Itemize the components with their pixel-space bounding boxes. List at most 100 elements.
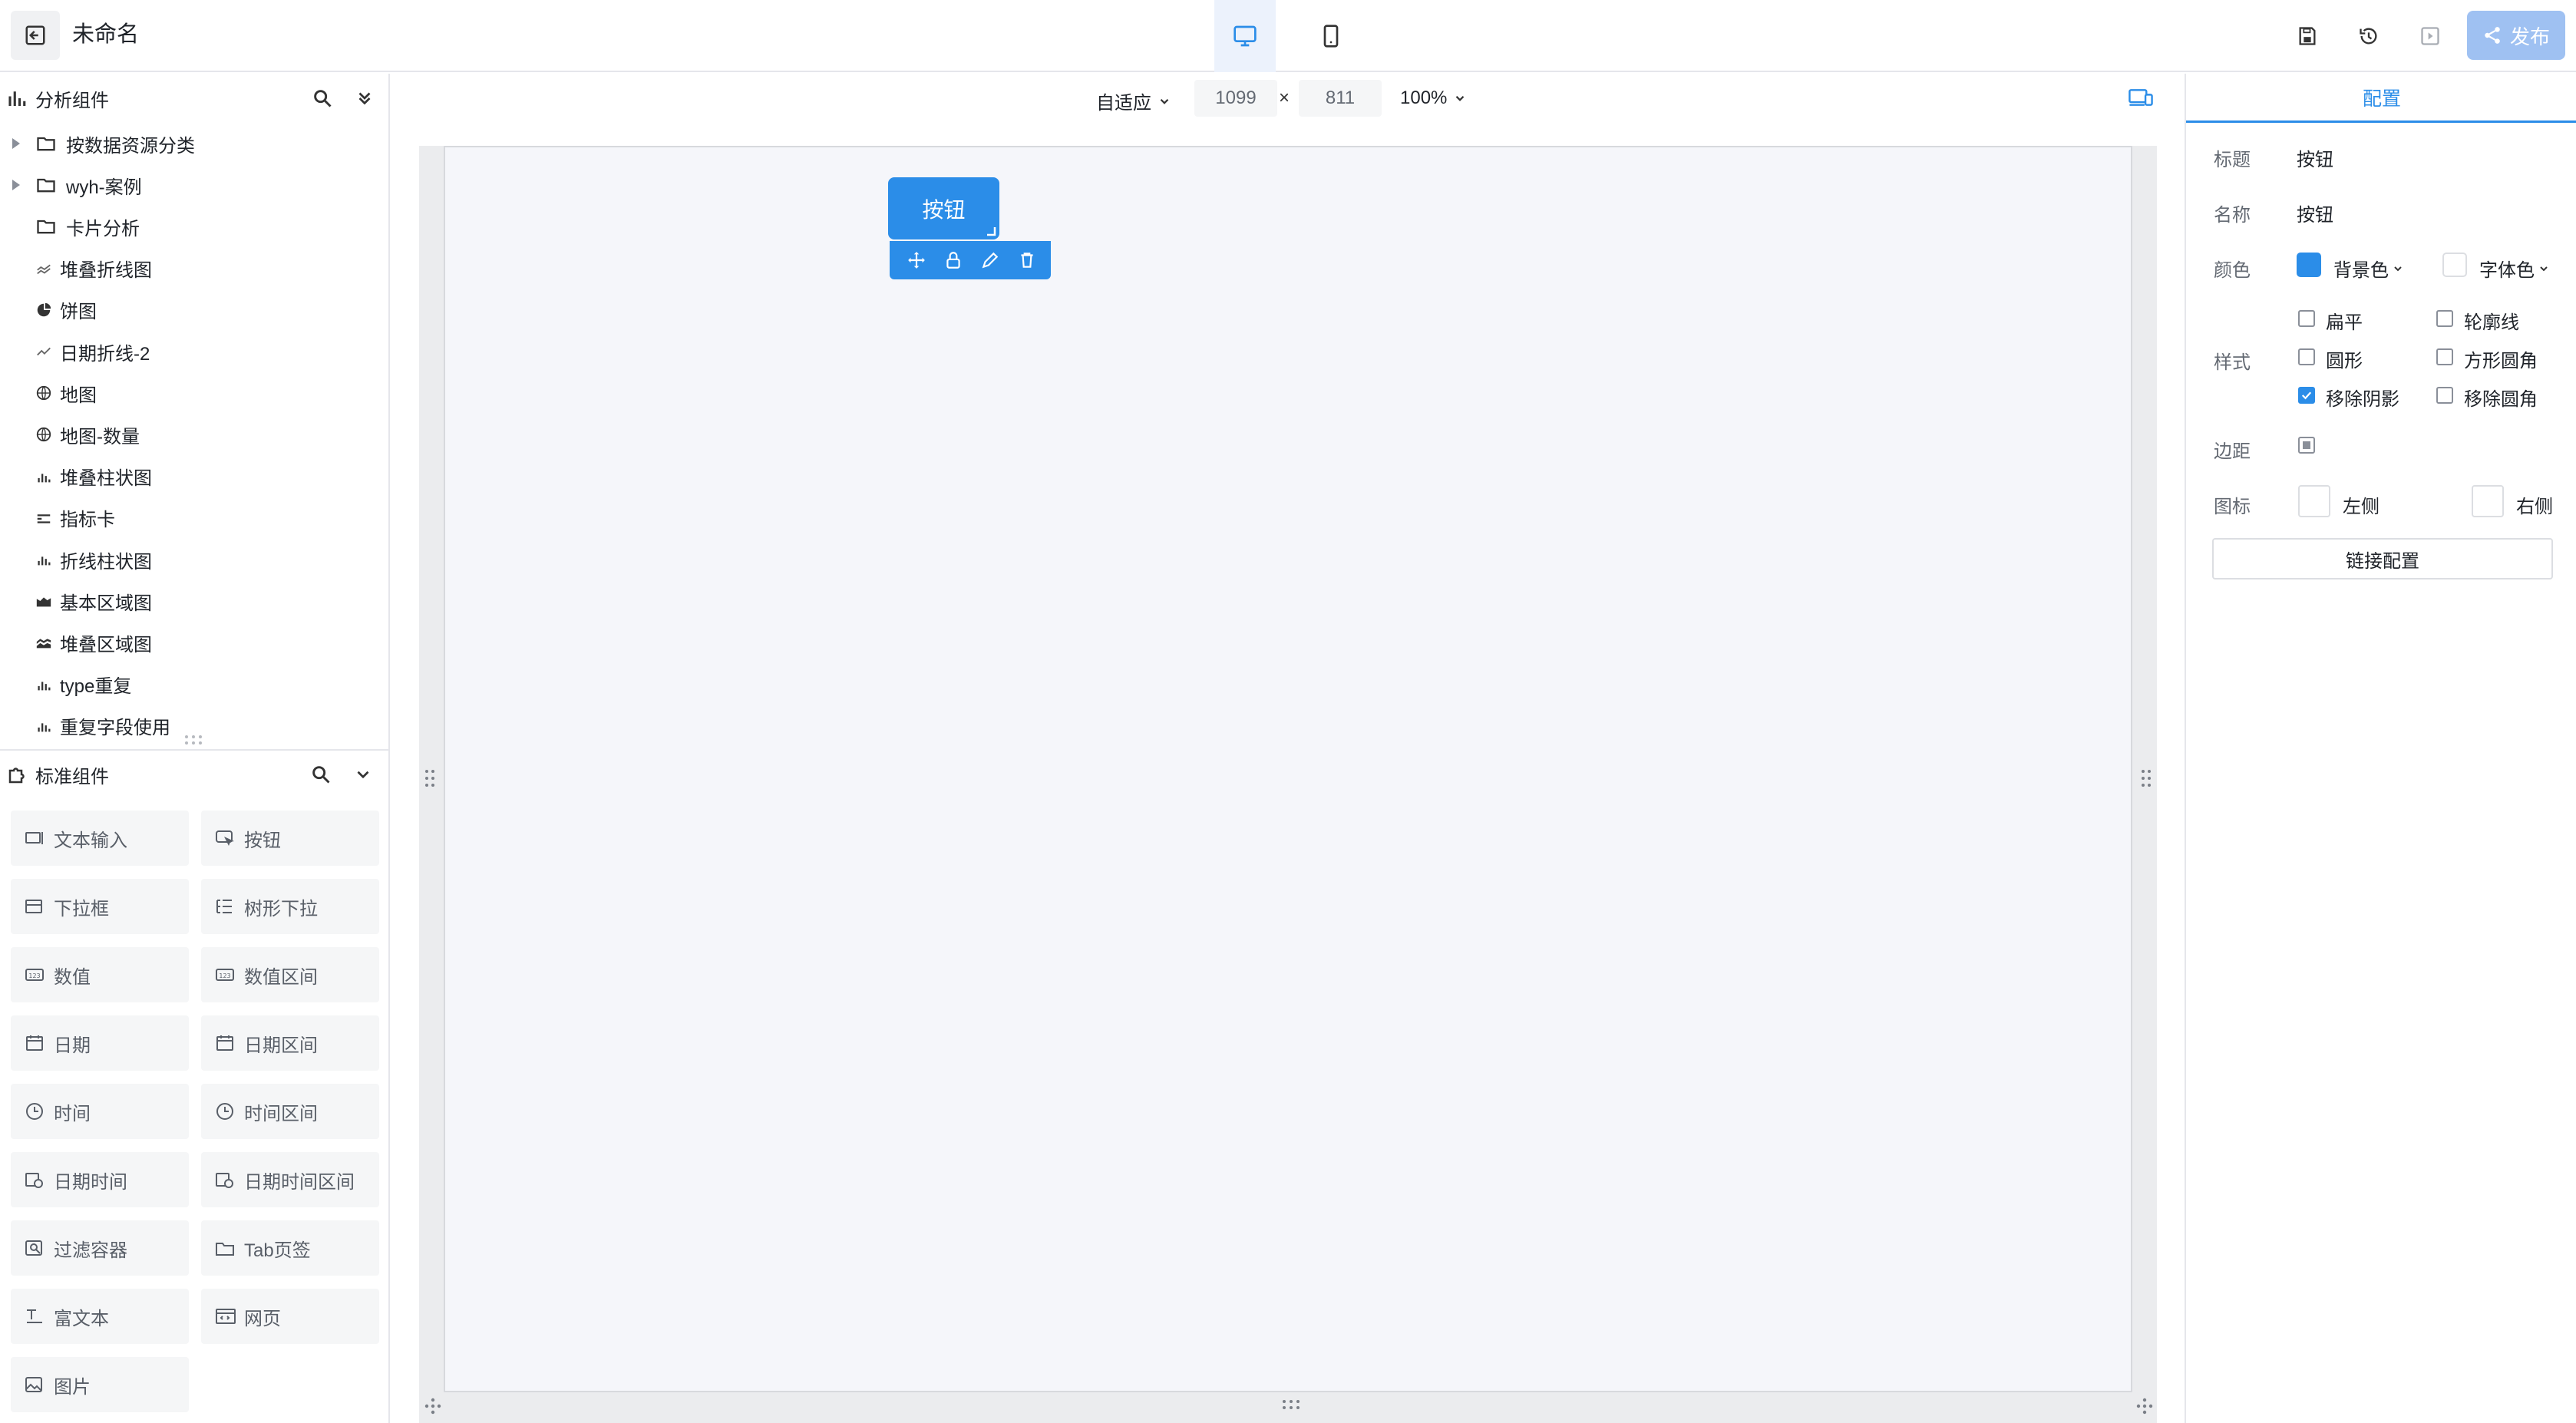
double-chevron-down-icon[interactable] — [355, 88, 375, 108]
tree-item[interactable]: type重复 — [0, 664, 390, 705]
component-item[interactable]: 网页 — [201, 1289, 379, 1344]
component-label: 富文本 — [54, 1308, 109, 1329]
left-resize-handle[interactable] — [424, 768, 436, 789]
tree-item[interactable]: 基本区域图 — [0, 580, 390, 622]
caret-right-icon[interactable] — [11, 137, 21, 150]
component-item[interactable]: 日期区间 — [201, 1015, 379, 1071]
history-button[interactable] — [2353, 21, 2384, 51]
tree-item-label: 日期折线-2 — [60, 343, 150, 365]
style-checkbox[interactable] — [2436, 310, 2453, 327]
font-color-select[interactable]: 字体色 — [2479, 255, 2550, 282]
style-checkbox[interactable] — [2298, 348, 2315, 365]
chevron-down-icon — [1456, 95, 1465, 101]
component-item[interactable]: 树形下拉 — [201, 879, 379, 934]
tree-item[interactable]: 折线柱状图 — [0, 539, 390, 580]
exit-button[interactable] — [11, 11, 60, 60]
tree-item[interactable]: 饼图 — [0, 289, 390, 331]
design-canvas[interactable] — [444, 146, 2132, 1392]
component-item[interactable]: 123 数值 — [11, 947, 189, 1002]
tree-item[interactable]: 按数据资源分类 — [0, 123, 390, 164]
bottom-resize-handle[interactable] — [1280, 1398, 1302, 1411]
desktop-view-button[interactable] — [1214, 0, 1276, 72]
preview-button[interactable] — [2415, 21, 2446, 51]
right-resize-handle[interactable] — [2140, 768, 2152, 789]
tree-item[interactable]: 堆叠区域图 — [0, 622, 390, 663]
component-item[interactable]: 时间区间 — [201, 1084, 379, 1139]
tree-item[interactable]: 堆叠折线图 — [0, 248, 390, 289]
publish-button[interactable]: 发布 — [2467, 11, 2565, 60]
component-item[interactable]: 图片 — [11, 1357, 189, 1412]
panel-resize-handle[interactable] — [183, 734, 204, 746]
puzzle-icon — [6, 763, 29, 786]
component-item[interactable]: 下拉框 — [11, 879, 189, 934]
left-icon-picker[interactable] — [2298, 485, 2330, 517]
component-label: 数值区间 — [244, 966, 318, 988]
clock-icon — [25, 1102, 45, 1121]
save-button[interactable] — [2292, 21, 2323, 51]
tree-item[interactable]: 地图 — [0, 372, 390, 414]
component-item[interactable]: Tab页签 — [201, 1220, 379, 1276]
left-panel: 分析组件 按数据资源分类 wyh-案例 卡片分析 堆叠折线图 饼图 日期折线-2 地图 地图-… — [0, 74, 390, 1423]
style-checkbox[interactable] — [2298, 387, 2315, 404]
component-item[interactable]: 日期 — [11, 1015, 189, 1071]
tree-item[interactable]: 地图-数量 — [0, 414, 390, 455]
component-label: 按钮 — [244, 830, 281, 851]
tree-item[interactable]: 日期折线-2 — [0, 331, 390, 372]
component-item[interactable]: 富文本 — [11, 1289, 189, 1344]
bg-color-select[interactable]: 背景色 — [2333, 255, 2404, 282]
style-checkbox[interactable] — [2298, 310, 2315, 327]
title-value[interactable]: 按钮 — [2297, 144, 2333, 171]
button-icon — [215, 829, 235, 847]
tree-item-label: type重复 — [60, 676, 132, 698]
name-value[interactable]: 按钮 — [2297, 200, 2333, 226]
margin-toggle[interactable] — [2298, 437, 2315, 454]
move-icon[interactable] — [907, 250, 926, 270]
link-config-button[interactable]: 链接配置 — [2212, 538, 2553, 579]
resize-corner-icon[interactable] — [986, 226, 996, 236]
canvas-height-input[interactable]: 811 — [1299, 80, 1382, 117]
component-item[interactable]: 日期时间区间 — [201, 1152, 379, 1207]
corner-resize-handle-left[interactable] — [424, 1397, 442, 1415]
edit-icon[interactable] — [980, 250, 1000, 270]
canvas-button-widget[interactable]: 按钮 — [888, 177, 999, 239]
tree-item[interactable]: 指标卡 — [0, 497, 390, 539]
fit-mode-select[interactable]: 自适应 — [1096, 87, 1171, 114]
bg-color-swatch[interactable] — [2297, 253, 2321, 277]
search-icon[interactable] — [310, 764, 332, 785]
component-item[interactable]: 123 数值区间 — [201, 947, 379, 1002]
tree-item[interactable]: wyh-案例 — [0, 164, 390, 206]
tree-select-icon — [215, 897, 235, 916]
mobile-view-button[interactable] — [1300, 0, 1362, 72]
zoom-select[interactable]: 100% — [1400, 87, 1467, 109]
responsive-devices-icon[interactable] — [2128, 86, 2154, 109]
tree-item[interactable]: 卡片分析 — [0, 206, 390, 247]
mobile-icon — [1323, 25, 1339, 48]
right-icon-picker[interactable] — [2472, 485, 2504, 517]
tree-item[interactable]: 堆叠柱状图 — [0, 456, 390, 497]
style-checkbox-label: 轮廓线 — [2464, 312, 2519, 333]
canvas-width-input[interactable]: 1099 — [1194, 80, 1277, 117]
component-item[interactable]: 时间 — [11, 1084, 189, 1139]
style-checkbox[interactable] — [2436, 348, 2453, 365]
folder-icon — [35, 174, 57, 196]
style-checkbox[interactable] — [2436, 387, 2453, 404]
caret-right-icon[interactable] — [11, 178, 21, 192]
exit-icon — [25, 25, 45, 45]
delete-icon[interactable] — [1017, 250, 1037, 270]
chevron-down-icon — [2394, 266, 2402, 271]
component-item[interactable]: 日期时间 — [11, 1152, 189, 1207]
chevron-down-icon[interactable] — [353, 764, 373, 784]
component-item[interactable]: 按钮 — [201, 811, 379, 866]
search-icon[interactable] — [312, 87, 333, 109]
component-item[interactable]: 文本输入 — [11, 811, 189, 866]
bar-chart-icon — [35, 468, 52, 485]
component-label: 日期 — [54, 1035, 91, 1056]
margin-label: 边距 — [2214, 441, 2251, 462]
style-checkbox-label: 扁平 — [2326, 312, 2363, 333]
lock-icon[interactable] — [943, 250, 963, 270]
page-title[interactable]: 未命名 — [72, 18, 139, 51]
corner-resize-handle-right[interactable] — [2135, 1397, 2154, 1415]
component-item[interactable]: 过滤容器 — [11, 1220, 189, 1276]
font-color-swatch[interactable] — [2442, 253, 2467, 277]
tab-config[interactable]: 配置 — [2186, 74, 2576, 123]
